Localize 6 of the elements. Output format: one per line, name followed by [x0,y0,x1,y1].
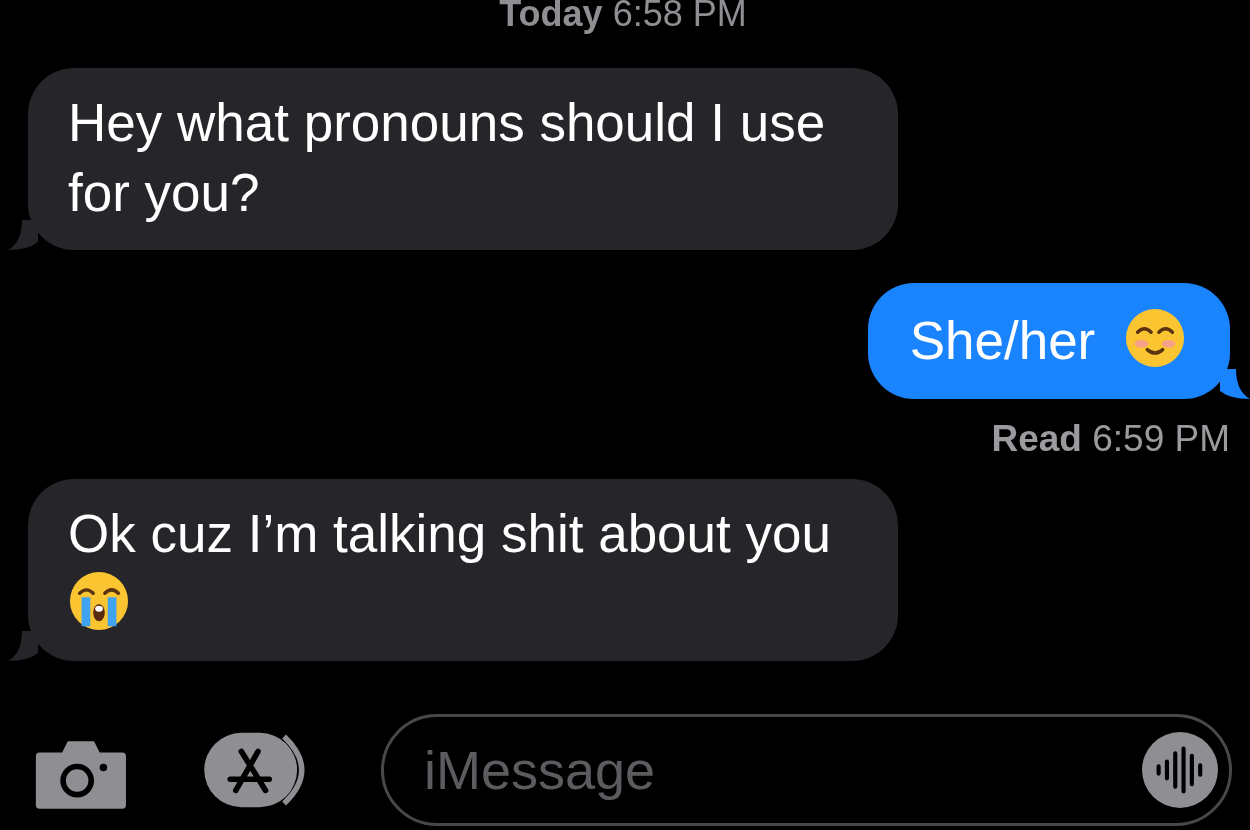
read-receipt: Read 6:59 PM [991,417,1230,461]
message-field[interactable]: iMessage [381,714,1232,826]
message-text: She/her [909,311,1096,370]
timestamp: Today 6:58 PM [498,0,748,32]
message-text: Ok cuz I’m talking shit about you [68,504,831,563]
message-text: Hey what pronouns should I use for you? [68,93,826,222]
